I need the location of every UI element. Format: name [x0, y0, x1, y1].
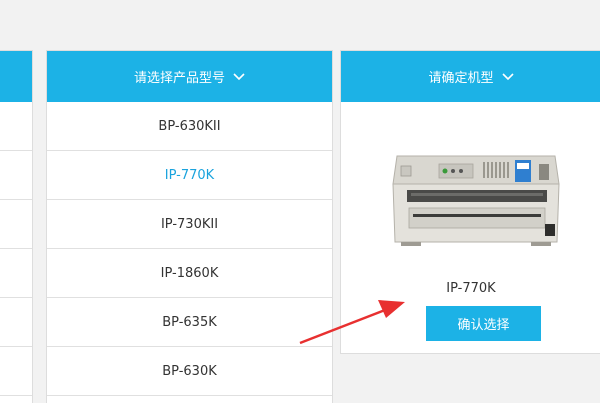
- confirm-selection-button[interactable]: 确认选择: [426, 306, 541, 341]
- printer-selection-page: 请选择产品型号 BP-630KII IP-770K IP-730KII IP-1…: [0, 0, 600, 403]
- model-item-ip-730kii[interactable]: IP-730KII: [47, 200, 332, 249]
- list-item[interactable]: [0, 298, 32, 347]
- model-item-ip-1860k[interactable]: IP-1860K: [47, 249, 332, 298]
- list-item[interactable]: [0, 249, 32, 298]
- model-list: BP-630KII IP-770K IP-730KII IP-1860K BP-…: [47, 102, 332, 396]
- model-column-header[interactable]: 请选择产品型号: [47, 51, 332, 102]
- chevron-down-icon: [233, 72, 245, 80]
- model-column-title: 请选择产品型号: [133, 71, 225, 86]
- printer-image: [392, 155, 560, 246]
- model-item-bp-635k[interactable]: BP-635K: [47, 298, 332, 347]
- chevron-down-icon: [501, 72, 514, 80]
- list-item[interactable]: [0, 151, 32, 200]
- confirm-column-title: 请确定机型: [428, 71, 494, 86]
- model-item-ip-770k[interactable]: IP-770K: [47, 151, 332, 200]
- model-column: 请选择产品型号 BP-630KII IP-770K IP-730KII IP-1…: [46, 50, 333, 403]
- list-item[interactable]: [0, 102, 32, 151]
- confirm-column-header[interactable]: 请确定机型: [341, 51, 600, 102]
- model-item-bp-630kii[interactable]: BP-630KII: [47, 102, 332, 151]
- confirm-column: 请确定机型 IP-770K 确认选择: [340, 50, 600, 354]
- selected-model-name: IP-770K: [446, 281, 496, 296]
- list-item[interactable]: [0, 347, 32, 396]
- list-item[interactable]: [0, 200, 32, 249]
- category-column: [0, 50, 33, 403]
- category-column-header[interactable]: [0, 51, 32, 102]
- model-item-bp-630k[interactable]: BP-630K: [47, 347, 332, 396]
- category-list: [0, 102, 32, 396]
